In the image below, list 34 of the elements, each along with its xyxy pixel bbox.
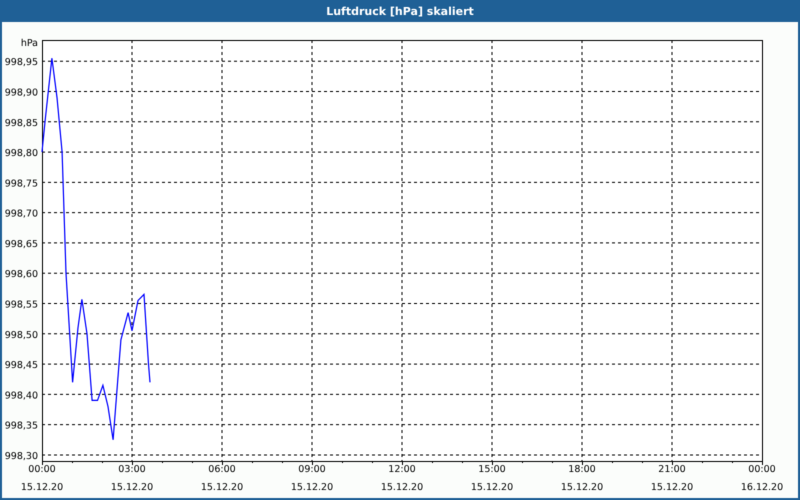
x-tick-label: 03:00 [118,464,146,475]
y-tick-label: 998,60 [4,269,38,280]
y-tick-label: 998,75 [4,178,38,190]
x-tick-date: 15.12.20 [380,482,424,493]
x-tick-label: 00:00 [28,464,56,475]
x-tick-label: 15:00 [478,464,506,475]
y-tick-label: 998,95 [4,57,38,68]
x-tick-label: 00:00 [748,464,776,475]
y-tick-label: 998,85 [4,118,38,129]
y-tick-label: 998,55 [4,300,38,310]
x-tick-label: 06:00 [208,464,236,475]
x-tick-date: 15.12.20 [20,482,64,493]
x-tick-date: 15.12.20 [200,482,244,493]
y-tick-label: 998,40 [4,390,38,402]
x-tick-date: 15.12.20 [560,482,604,493]
x-tick-label: 09:00 [298,464,326,475]
y-tick-label: 998,30 [4,450,38,462]
x-tick-label: 12:00 [388,464,416,475]
x-tick-label: 18:00 [568,464,596,475]
x-tick-label: 21:00 [658,464,686,475]
y-tick-label: 998,35 [4,420,38,432]
y-tick-label: 998,80 [4,148,38,160]
x-tick-date: 15.12.20 [470,482,514,493]
y-tick-label: 998,65 [4,238,38,250]
x-tick-date: 15.12.20 [110,482,154,493]
y-tick-label: 998,70 [4,208,38,220]
x-tick-date: 15.12.20 [650,482,694,493]
y-axis-label: hPa [20,38,38,49]
window-title: Luftdruck [hPa] skaliert [2,0,798,22]
y-tick-label: 998,50 [4,330,38,341]
x-tick-date: 15.12.20 [290,482,334,493]
y-tick-label: 998,90 [4,88,38,98]
x-tick-date: 16.12.20 [740,482,784,493]
y-tick-label: 998,45 [4,360,38,372]
